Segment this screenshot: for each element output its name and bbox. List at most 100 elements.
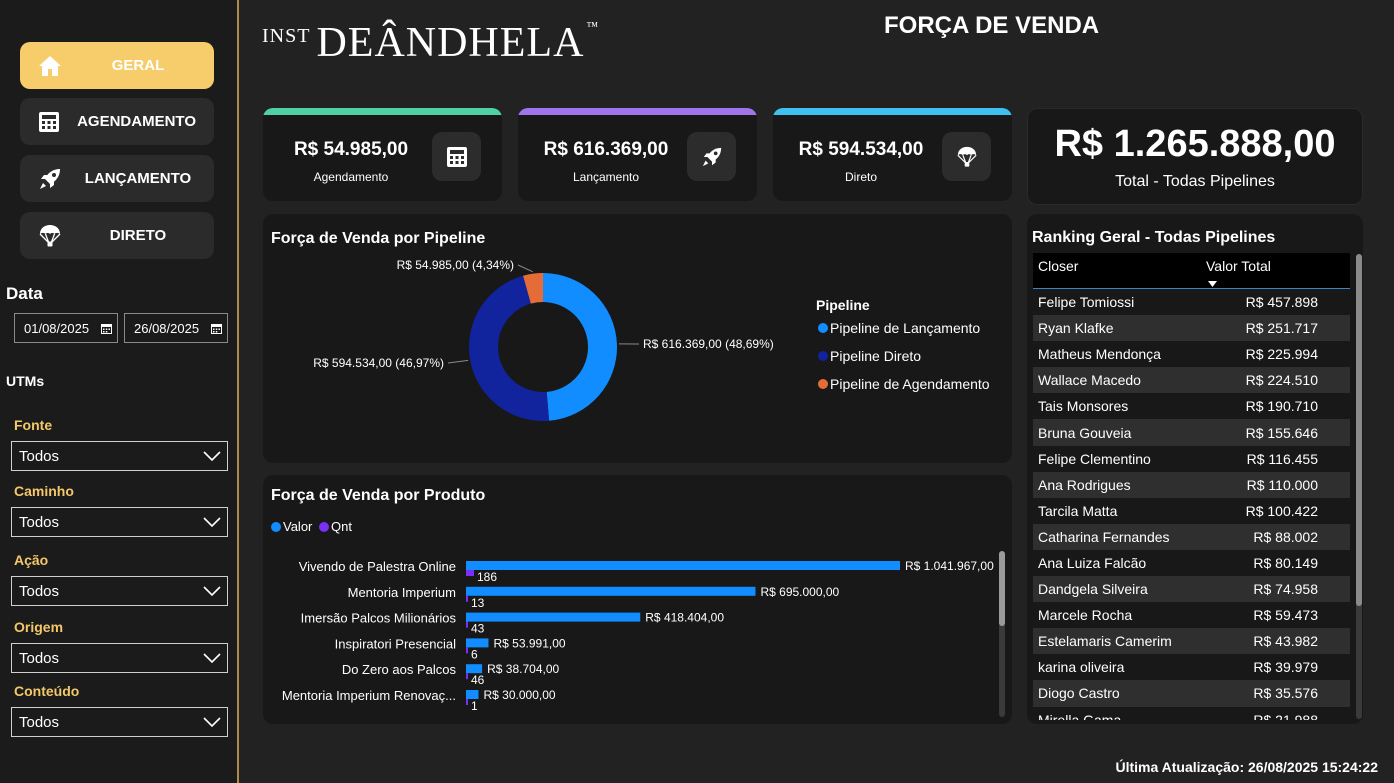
closer-name: Bruna Gouveia [1038,424,1132,441]
table-header: Closer Valor Total [1033,253,1350,289]
table-row[interactable]: Tarcila Matta R$ 100.422 [1033,498,1350,524]
filter-acao-select[interactable]: Todos [11,576,228,606]
table-row[interactable]: Matheus Mendonça R$ 225.994 [1033,341,1350,367]
kpi-label: Agendamento [313,170,389,184]
parachute-icon [942,132,991,181]
total-value: R$ 1.265.888,00 [1054,123,1336,165]
legend-item: Valor [283,519,313,534]
sidebar: GERAL AGENDAMENTO LANÇAMENTO DIRETO Data… [0,0,239,783]
calculator-icon [432,132,481,181]
closer-name: Matheus Mendonça [1038,346,1161,363]
logo-brand: DEÂNDHELA [316,20,585,66]
category-label: Mentoria Imperium [348,585,456,600]
chevron-down-icon [203,651,221,668]
column-header-valor-total[interactable]: Valor Total [1206,253,1326,288]
ranking-table[interactable]: Closer Valor Total Felipe Tomiossi R$ 457… [1033,253,1350,720]
date-start-input[interactable]: 01/08/2025 [14,313,118,343]
donut-data-label: R$ 54.985,00 (4,34%) [397,258,514,272]
table-row[interactable]: Marcele Rocha R$ 59.473 [1033,602,1350,628]
nav-agendamento-button[interactable]: AGENDAMENTO [20,98,214,145]
nav-lancamento-button[interactable]: LANÇAMENTO [20,155,214,202]
bar-qnt-label: 6 [471,647,478,661]
table-row[interactable]: Ryan Klafke R$ 251.717 [1033,315,1350,342]
table-row[interactable]: Catharina Fernandes R$ 88.002 [1033,523,1350,550]
table-row[interactable]: Tais Monsores R$ 190.710 [1033,393,1350,419]
filter-origem-select[interactable]: Todos [11,643,228,673]
filter-fonte-select[interactable]: Todos [11,441,228,471]
nav-agendamento-label: AGENDAMENTO [77,113,196,130]
leader-line [517,264,533,273]
closer-total-value: R$ 116.455 [1246,450,1318,467]
nav-lancamento-label: LANÇAMENTO [84,170,192,187]
bar-qnt [466,673,468,680]
bar-qnt-label: 46 [471,673,485,687]
column-header-closer[interactable]: Closer [1033,253,1206,288]
category-label: Inspiratori Presencial [335,636,456,651]
closer-total-value: R$ 80.149 [1253,554,1318,571]
closer-total-value: R$ 457.898 [1245,294,1318,311]
calendar-icon[interactable] [101,322,112,337]
table-row[interactable]: Ana Luiza Falcão R$ 80.149 [1033,550,1350,576]
legend-marker [818,323,828,333]
table-body: Felipe Tomiossi R$ 457.898 Ryan Klafke R$ 2… [1033,289,1350,720]
scrollbar-thumb[interactable] [1356,254,1362,606]
kpi-value: R$ 54.985,00 [293,139,409,160]
bar-qnt-label: 43 [471,622,485,636]
closer-name: Ana Rodrigues [1038,476,1131,493]
legend-item: Pipeline de Lançamento [830,320,980,336]
date-end-input[interactable]: 26/08/2025 [124,313,228,343]
category-label: Mentoria Imperium Renovaç... [282,688,456,703]
kpi-accent-bar [773,108,1012,115]
filter-origem-value: Todos [19,649,60,667]
bar-valor-label: R$ 418.404,00 [645,611,724,625]
total-label: Total - Todas Pipelines [1115,173,1275,190]
filter-caminho-select[interactable]: Todos [11,507,228,537]
closer-total-value: R$ 21.988 [1253,711,1318,720]
category-label: Vivendo de Palestra Online [299,559,456,574]
nav-geral-button[interactable]: GERAL [20,42,214,89]
category-label: Do Zero aos Palcos [342,662,457,677]
ranking-scrollbar[interactable] [1356,254,1362,719]
date-end-value: 26/08/2025 [134,320,200,336]
kpi-accent-bar [263,108,502,115]
table-row[interactable]: Bruna Gouveia R$ 155.646 [1033,419,1350,446]
kpi-value: R$ 616.369,00 [543,139,669,160]
table-row[interactable]: karina oliveira R$ 39.979 [1033,654,1350,680]
bar-valor-label: R$ 30.000,00 [483,688,555,702]
closer-name: Tarcila Matta [1038,502,1118,519]
bar-qnt-label: 1 [471,699,478,713]
table-row[interactable]: Ana Rodrigues R$ 110.000 [1033,471,1350,498]
bar-valor-label: R$ 695.000,00 [760,585,839,599]
table-row[interactable]: Felipe Tomiossi R$ 457.898 [1033,289,1350,315]
bar-valor [466,561,900,570]
closer-total-value: R$ 190.710 [1245,398,1318,415]
bar-valor-label: R$ 38.704,00 [487,662,559,676]
bar-valor [466,638,489,648]
bar-valor [466,690,479,699]
closer-total-value: R$ 88.002 [1253,528,1318,545]
donut-data-label: R$ 594.534,00 (46,97%) [313,356,444,370]
table-row[interactable]: Dandgela Silveira R$ 74.958 [1033,576,1350,603]
legend-marker [319,522,329,532]
table-row[interactable]: Estelamaris Camerim R$ 43.982 [1033,628,1350,655]
table-row[interactable]: Diogo Castro R$ 35.576 [1033,680,1350,707]
home-icon [20,55,80,77]
closer-total-value: R$ 100.422 [1245,502,1318,519]
last-update-text: Última Atualização: 26/08/2025 15:24:22 [1115,759,1378,775]
bar-qnt [466,699,468,705]
table-row[interactable]: Wallace Macedo R$ 224.510 [1033,367,1350,394]
closer-name: Mirella Gama [1038,711,1122,720]
filter-conteudo-select[interactable]: Todos [11,707,228,737]
calendar-icon[interactable] [211,322,222,337]
kpi-card-direto: R$ 594.534,00 Direto [773,108,1012,201]
legend-item: Pipeline de Agendamento [830,376,990,392]
nav-direto-button[interactable]: DIRETO [20,212,214,259]
legend-item: Qnt [331,519,352,534]
bar-qnt [466,570,474,576]
table-row[interactable]: Mirella Gama R$ 21.988 [1033,707,1350,720]
filter-caminho-label: Caminho [14,483,74,499]
bar-qnt [466,621,468,628]
bar-valor-label: R$ 1.041.967,00 [905,559,994,573]
table-row[interactable]: Felipe Clementino R$ 116.455 [1033,446,1350,472]
column-header-valor-total-label: Valor Total [1206,258,1271,274]
